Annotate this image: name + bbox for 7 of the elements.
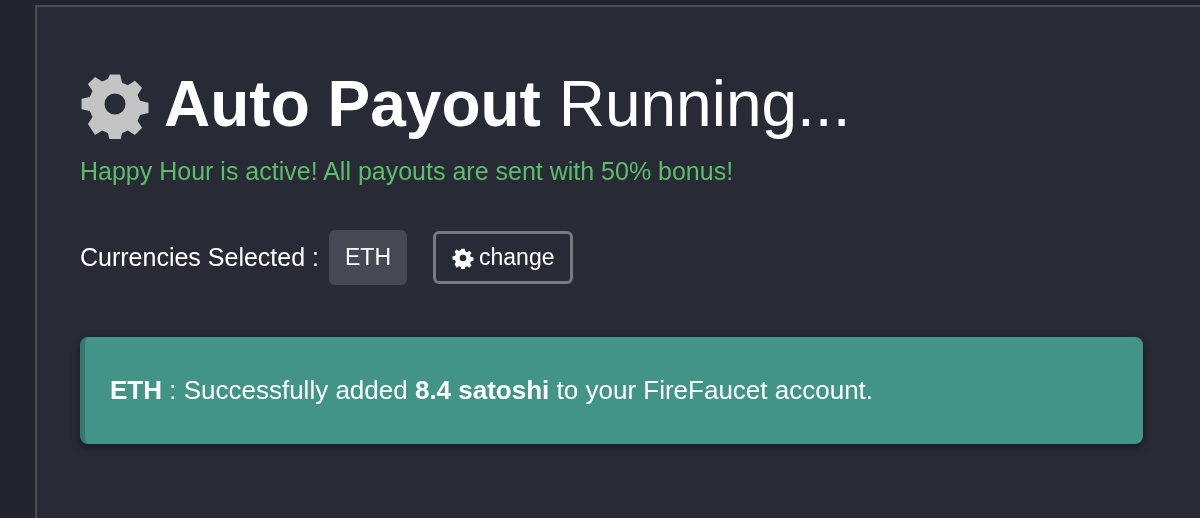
currency-tag: ETH (329, 230, 407, 286)
change-button[interactable]: change (433, 231, 574, 285)
currencies-label: Currencies Selected : (80, 243, 319, 273)
success-alert: ETH : Successfully added 8.4 satoshi to your FireFaucet account. (80, 337, 1143, 445)
notice-text: Happy Hour is active! All payouts are sent with 50% bonus! (80, 157, 735, 187)
page-title: Auto Payout Running... (164, 69, 851, 140)
gear-icon (452, 246, 474, 269)
